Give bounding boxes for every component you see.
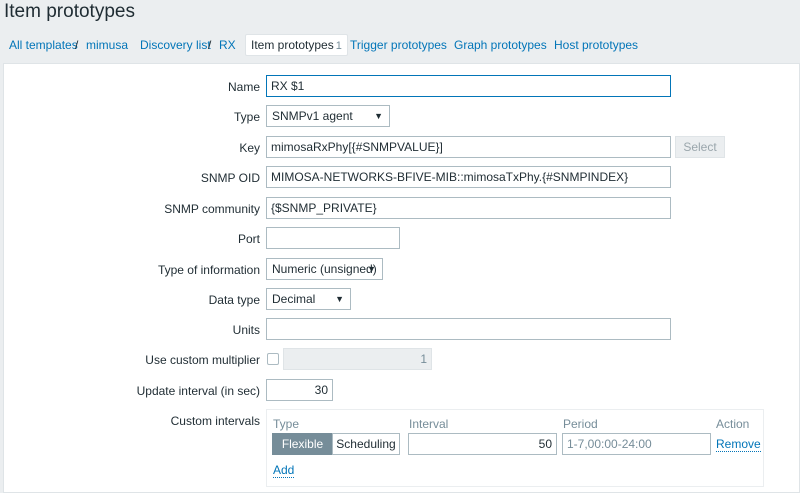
type-label: Type [233, 110, 260, 124]
tab-item-prototypes-label: Item prototypes [251, 38, 334, 52]
breadcrumb-all-templates[interactable]: All templates [9, 34, 78, 56]
breadcrumb: All templates / mimusa Discovery list / … [0, 34, 800, 56]
snmp-community-input[interactable]: {$SNMP_PRIVATE} [266, 197, 671, 219]
tab-host-prototypes[interactable]: Host prototypes [554, 34, 638, 56]
data-type-select[interactable]: Decimal ▼ [266, 288, 351, 310]
col-action-header: Action [716, 417, 750, 431]
update-interval-label: Update interval (in sec) [136, 384, 260, 398]
breadcrumb-separator: / [75, 38, 79, 52]
custom-multiplier-checkbox[interactable] [267, 353, 279, 365]
period-input[interactable]: 1-7,00:00-24:00 [562, 433, 711, 455]
type-of-information-label: Type of information [157, 263, 260, 277]
snmp-community-label: SNMP community [164, 202, 260, 216]
caret-down-icon: ▼ [367, 264, 376, 274]
update-interval-input[interactable]: 30 [266, 379, 333, 401]
col-period-header: Period [563, 417, 598, 431]
breadcrumb-template[interactable]: mimusa [86, 34, 128, 56]
caret-down-icon: ▼ [374, 111, 383, 121]
port-label: Port [237, 232, 260, 246]
tab-graph-prototypes[interactable]: Graph prototypes [454, 34, 547, 56]
type-of-information-value: Numeric (unsigned) [272, 262, 377, 276]
type-select-value: SNMPv1 agent [272, 109, 353, 123]
breadcrumb-separator: / [208, 38, 212, 52]
type-select[interactable]: SNMPv1 agent ▼ [266, 105, 390, 127]
tab-item-prototypes[interactable]: Item prototypes 1 [245, 34, 348, 56]
name-label: Name [227, 80, 260, 94]
flexible-toggle[interactable]: Flexible [272, 433, 333, 455]
col-interval-header: Interval [409, 417, 449, 431]
type-of-information-select[interactable]: Numeric (unsigned) ▼ [266, 258, 383, 280]
key-label: Key [239, 141, 260, 155]
snmp-oid-label: SNMP OID [200, 171, 260, 185]
col-type-header: Type [273, 417, 300, 431]
add-interval-link[interactable]: Add [273, 464, 295, 478]
remove-interval-link[interactable]: Remove [716, 438, 761, 452]
page-title: Item prototypes [4, 1, 135, 22]
breadcrumb-discovery-rule[interactable]: RX [219, 34, 236, 56]
tab-trigger-prototypes[interactable]: Trigger prototypes [350, 34, 447, 56]
scheduling-toggle[interactable]: Scheduling [332, 433, 400, 455]
data-type-label: Data type [208, 293, 260, 307]
tab-item-prototypes-count: 1 [335, 40, 342, 52]
custom-multiplier-input[interactable]: 1 [283, 348, 432, 370]
custom-intervals-table: Type Interval Period Action Flexible Sch… [266, 409, 764, 487]
item-prototype-form: Name RX $1 Type SNMPv1 agent ▼ Key mimosa… [3, 63, 800, 493]
units-label: Units [232, 323, 260, 337]
key-select-button[interactable]: Select [675, 136, 725, 158]
interval-input[interactable]: 50 [408, 433, 557, 455]
key-input[interactable]: mimosaRxPhy[{#SNMPVALUE}] [266, 136, 671, 158]
name-input[interactable]: RX $1 [266, 75, 671, 97]
data-type-value: Decimal [272, 292, 316, 306]
units-input[interactable] [266, 318, 671, 340]
custom-intervals-label: Custom intervals [170, 414, 260, 428]
caret-down-icon: ▼ [335, 294, 344, 304]
custom-multiplier-label: Use custom multiplier [145, 353, 260, 367]
port-input[interactable] [266, 227, 400, 249]
snmp-oid-input[interactable]: MIMOSA-NETWORKS-BFIVE-MIB::mimosaTxPhy.{… [266, 166, 671, 188]
breadcrumb-discovery-list[interactable]: Discovery list [140, 34, 211, 56]
